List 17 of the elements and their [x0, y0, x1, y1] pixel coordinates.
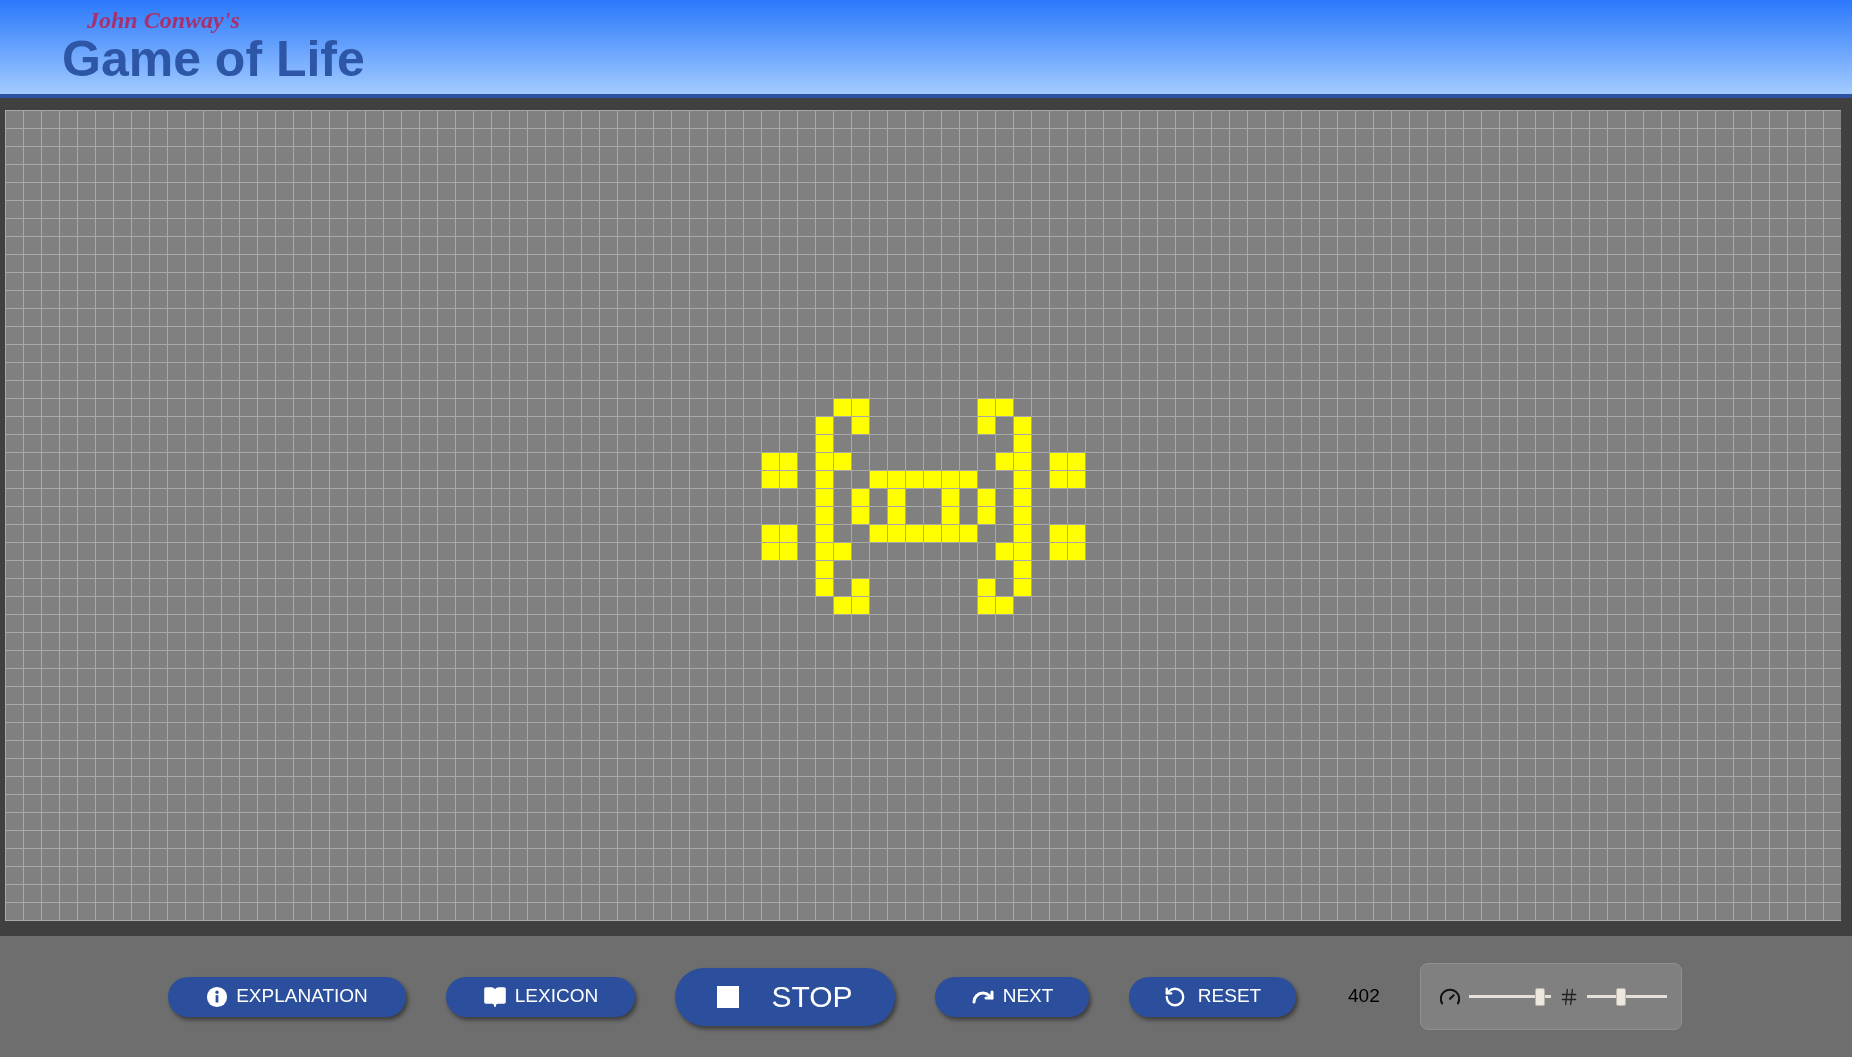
control-button[interactable]: LEXICON — [446, 976, 635, 1017]
control-button[interactable]: STOP — [675, 967, 895, 1026]
generation-counter: 402 — [1348, 984, 1380, 1009]
control-button[interactable]: EXPLANATION — [168, 976, 406, 1017]
reset-icon — [1163, 985, 1186, 1008]
subtitle: John Conway's — [86, 6, 241, 34]
speed-slider[interactable] — [1468, 987, 1551, 1006]
size-slider[interactable] — [1586, 987, 1667, 1006]
info-icon — [206, 985, 229, 1008]
app-title: Game of Life — [62, 34, 366, 84]
control-button[interactable]: NEXT — [935, 976, 1089, 1017]
control-button[interactable]: RESET — [1129, 976, 1296, 1017]
game-board[interactable] — [5, 110, 1841, 921]
book-icon — [482, 984, 507, 1009]
slider-thumb[interactable] — [1616, 987, 1627, 1006]
slider-thumb[interactable] — [1534, 987, 1545, 1006]
stop-icon — [717, 985, 740, 1008]
